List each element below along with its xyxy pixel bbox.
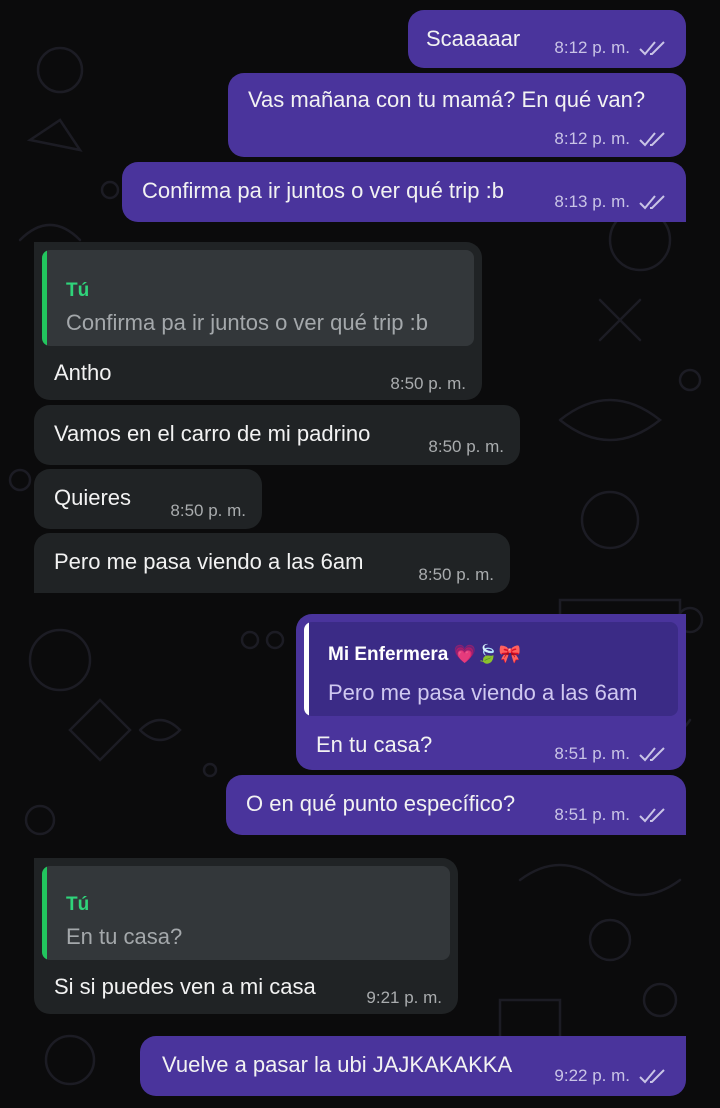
message-meta: 9:21 p. m. (366, 988, 442, 1008)
message-time: 8:51 p. m. (554, 805, 630, 824)
message-time: 8:51 p. m. (554, 744, 630, 763)
message-meta: 9:22 p. m. (554, 1066, 668, 1086)
message-meta: 8:12 p. m. (554, 129, 668, 149)
message-time: 8:50 p. m. (390, 374, 466, 393)
message-time: 8:12 p. m. (554, 38, 630, 57)
message-text: Confirma pa ir juntos o ver qué trip :b (142, 178, 504, 203)
message-bubble-incoming-reply[interactable]: Tú En tu casa? Si si puedes ven a mi cas… (34, 858, 458, 1014)
message-text: Quieres (54, 485, 132, 510)
double-check-icon (639, 195, 665, 210)
message-time: 8:12 p. m. (554, 129, 630, 148)
message-bubble-outgoing[interactable]: Vas mañana con tu mamá? En qué van? 8:12… (228, 73, 686, 157)
quote-text: Pero me pasa viendo a las 6am (328, 680, 638, 705)
quote-author-name: Mi Enfermera (328, 644, 449, 665)
message-bubble-incoming[interactable]: Quieres 8:50 p. m. (34, 469, 262, 529)
message-meta: 8:51 p. m. (554, 744, 668, 764)
double-check-icon (639, 1069, 665, 1084)
message-time: 9:21 p. m. (366, 988, 442, 1007)
quote-bar (42, 866, 47, 960)
quote-author-emoji: 💗🍃🎀 (453, 644, 521, 664)
message-bubble-outgoing[interactable]: Confirma pa ir juntos o ver qué trip :b … (122, 162, 686, 222)
message-text: Scaaaaar (426, 26, 521, 51)
message-text: Pero me pasa viendo a las 6am (54, 549, 364, 574)
message-text: O en qué punto específico? (246, 791, 516, 816)
message-bubble-outgoing[interactable]: Scaaaaar 8:12 p. m. (408, 10, 686, 68)
quoted-message[interactable]: Tú En tu casa? (42, 866, 450, 960)
double-check-icon (639, 132, 665, 147)
message-meta: 8:12 p. m. (554, 38, 668, 58)
message-bubble-incoming-reply[interactable]: Tú Confirma pa ir juntos o ver qué trip … (34, 242, 482, 400)
message-text: Vamos en el carro de mi padrino (54, 421, 371, 446)
message-time: 8:13 p. m. (554, 192, 630, 211)
message-text: Vas mañana con tu mamá? En qué van? (248, 87, 646, 112)
quote-bar (42, 250, 47, 346)
message-meta: 8:51 p. m. (554, 805, 668, 825)
message-meta: 8:50 p. m. (428, 437, 504, 457)
message-time: 8:50 p. m. (418, 565, 494, 584)
message-meta: 8:50 p. m. (418, 565, 494, 585)
quote-author: Tú (66, 894, 90, 915)
message-time: 9:22 p. m. (554, 1066, 630, 1085)
double-check-icon (639, 808, 665, 823)
double-check-icon (639, 747, 665, 762)
message-text: Si si puedes ven a mi casa (54, 974, 316, 999)
message-bubble-incoming[interactable]: Pero me pasa viendo a las 6am 8:50 p. m. (34, 533, 510, 593)
message-bubble-outgoing-reply[interactable]: Mi Enfermera 💗🍃🎀 Pero me pasa viendo a l… (296, 614, 686, 770)
message-meta: 8:50 p. m. (390, 374, 466, 394)
message-meta: 8:13 p. m. (554, 192, 668, 212)
quote-text: Confirma pa ir juntos o ver qué trip :b (66, 310, 428, 335)
quote-bar (304, 622, 309, 716)
message-bubble-incoming[interactable]: Vamos en el carro de mi padrino 8:50 p. … (34, 405, 520, 465)
quote-text: En tu casa? (66, 924, 183, 949)
message-text: Vuelve a pasar la ubi JAJKAKAKKA (162, 1052, 513, 1077)
double-check-icon (639, 41, 665, 56)
message-time: 8:50 p. m. (428, 437, 504, 456)
quote-author: Tú (66, 280, 90, 301)
message-text: En tu casa? (316, 732, 433, 757)
message-meta: 8:50 p. m. (170, 501, 246, 521)
quoted-message[interactable]: Tú Confirma pa ir juntos o ver qué trip … (42, 250, 474, 346)
quote-author: Mi Enfermera 💗🍃🎀 (328, 644, 521, 666)
message-text: Antho (54, 360, 112, 385)
message-bubble-outgoing[interactable]: Vuelve a pasar la ubi JAJKAKAKKA 9:22 p.… (140, 1036, 686, 1096)
message-bubble-outgoing[interactable]: O en qué punto específico? 8:51 p. m. (226, 775, 686, 835)
quoted-message[interactable]: Mi Enfermera 💗🍃🎀 Pero me pasa viendo a l… (304, 622, 678, 716)
message-time: 8:50 p. m. (170, 501, 246, 520)
